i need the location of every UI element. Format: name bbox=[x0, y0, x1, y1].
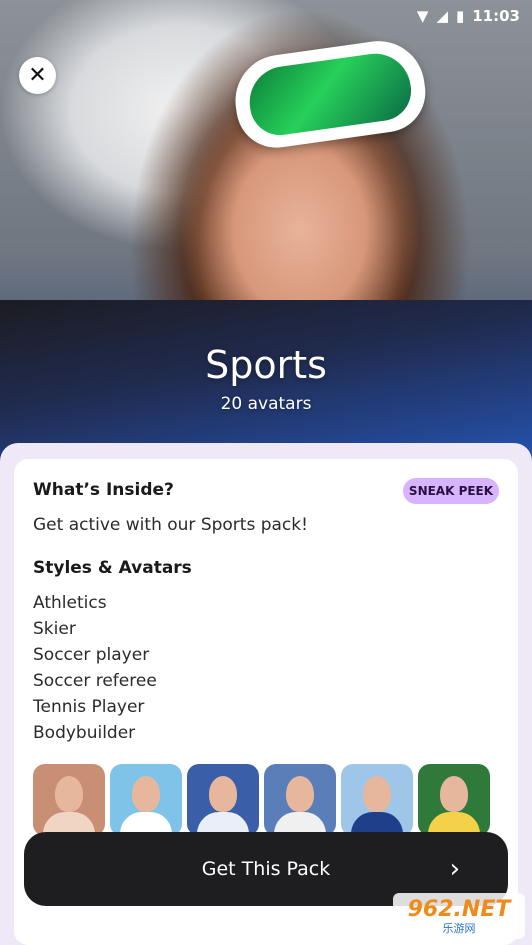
style-item: Skier bbox=[33, 619, 76, 639]
avatar-face bbox=[209, 776, 237, 812]
watermark-top: 962.NET bbox=[407, 896, 511, 922]
status-time: 11:03 bbox=[472, 7, 520, 25]
skier-avatar[interactable] bbox=[341, 764, 413, 836]
goggles-graphic bbox=[229, 35, 431, 153]
wifi-icon: ▼ bbox=[416, 6, 429, 25]
sneak-peek-badge[interactable]: SNEAK PEEK bbox=[403, 478, 499, 504]
pack-avatar-count: 20 avatars bbox=[220, 394, 312, 414]
avatar-face bbox=[363, 776, 391, 812]
style-item: Bodybuilder bbox=[33, 723, 136, 743]
style-item: Soccer player bbox=[33, 645, 150, 665]
styles-list: Athletics Skier Soccer player Soccer ref… bbox=[33, 590, 157, 746]
battery-charging-icon: ▮ bbox=[455, 6, 465, 25]
pack-title: Sports bbox=[205, 343, 327, 387]
whats-inside-heading: What’s Inside? bbox=[33, 480, 174, 500]
tennis-avatar[interactable] bbox=[110, 764, 182, 836]
watermark-bottom: 乐游网 bbox=[442, 921, 476, 935]
pack-description: Get active with our Sports pack! bbox=[33, 515, 308, 535]
signal-icon: ◢ bbox=[436, 6, 448, 25]
avatar-face bbox=[440, 776, 468, 812]
style-item: Athletics bbox=[33, 593, 107, 613]
close-button[interactable]: ✕ bbox=[19, 57, 56, 94]
chevron-right-icon: › bbox=[449, 854, 460, 884]
referee-avatar[interactable] bbox=[264, 764, 336, 836]
avatar-face bbox=[286, 776, 314, 812]
style-item: Soccer referee bbox=[33, 671, 157, 691]
avatar-face bbox=[132, 776, 160, 812]
style-item: Tennis Player bbox=[33, 697, 145, 717]
soccer-avatar[interactable] bbox=[187, 764, 259, 836]
status-bar: ▼ ◢ ▮ 11:03 bbox=[0, 0, 532, 32]
close-icon: ✕ bbox=[28, 63, 47, 88]
athletics-avatar[interactable] bbox=[33, 764, 105, 836]
stadium-avatar[interactable] bbox=[418, 764, 490, 836]
avatar-thumbnails bbox=[33, 764, 490, 836]
watermark-logo: 962.NET 乐游网 bbox=[393, 893, 525, 939]
avatar-face bbox=[55, 776, 83, 812]
styles-heading: Styles & Avatars bbox=[33, 558, 192, 578]
